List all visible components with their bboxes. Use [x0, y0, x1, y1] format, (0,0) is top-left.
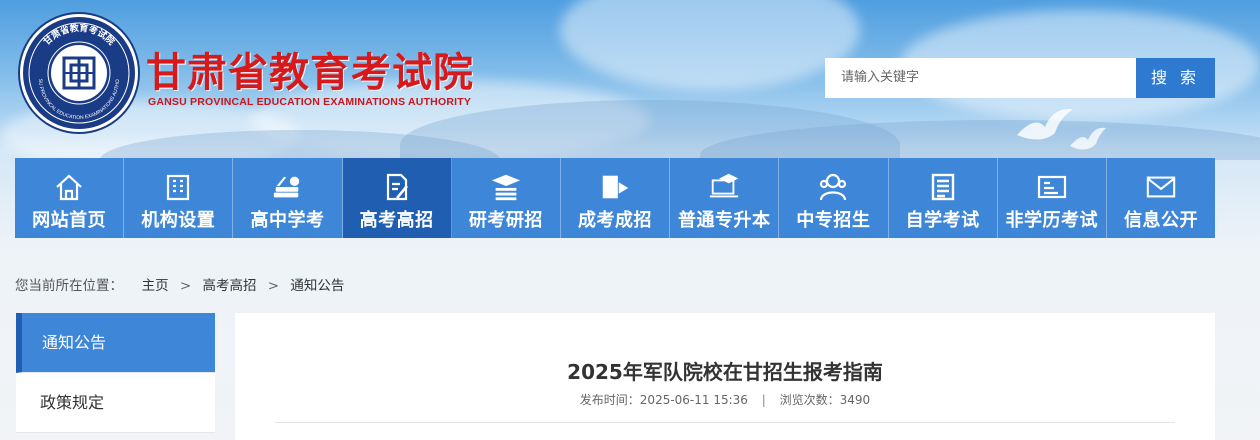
- sidebar: 通知公告 政策规定: [16, 313, 215, 433]
- breadcrumb-section-link[interactable]: 高考高招: [203, 278, 257, 294]
- main-nav: 网站首页 机构设置 高中学考 高考高招 研考研招 成考成招 普通专升本 中专招生 自学考试 非学历…: [15, 158, 1215, 238]
- envelope-icon: [1145, 172, 1177, 202]
- nav-item-label: 研考研招: [468, 210, 543, 231]
- seal-emblem-icon: [51, 45, 107, 101]
- breadcrumb-prefix: 您当前所在位置：: [15, 278, 123, 294]
- nav-item-label: 高中学考: [250, 210, 325, 231]
- graduation-cap-icon: [490, 172, 522, 202]
- logo-seal[interactable]: 甘肃省教育考试院 GANSU PROVINCAL EDUCATION EXAMI…: [20, 14, 138, 132]
- title-divider: [275, 422, 1175, 423]
- nav-item-label: 自学考试: [905, 210, 980, 231]
- meta-divider: |: [761, 393, 766, 407]
- nav-item-graduation-cap[interactable]: 研考研招: [452, 158, 561, 238]
- nav-item-label: 非学历考试: [1005, 210, 1099, 231]
- article-title: 2025年军队院校在甘招生报考指南: [567, 360, 883, 384]
- breadcrumb-separator: >: [179, 278, 192, 294]
- id-card-icon: [1036, 172, 1068, 202]
- home-icon: [53, 172, 85, 202]
- site-title[interactable]: 甘肃省教育考试院: [146, 40, 474, 98]
- nav-item-label: 信息公开: [1123, 210, 1198, 231]
- nav-item-users[interactable]: 中专招生: [779, 158, 889, 238]
- breadcrumb-current-link[interactable]: 通知公告: [290, 278, 344, 294]
- breadcrumb-separator: >: [267, 278, 280, 294]
- site-header: 甘肃省教育考试院 GANSU PROVINCAL EDUCATION EXAMI…: [0, 0, 1260, 158]
- seal-ring-text-top: 甘肃省教育考试院: [41, 22, 117, 48]
- nav-item-building[interactable]: 机构设置: [124, 158, 234, 238]
- article-panel: 2025年军队院校在甘招生报考指南 发布时间：2025-06-11 15:36 …: [235, 313, 1215, 440]
- views-count: 3490: [839, 393, 871, 407]
- dove-icon: [1015, 105, 1075, 154]
- publish-label: 发布时间：: [579, 393, 640, 407]
- nav-item-label: 网站首页: [32, 210, 107, 231]
- building-icon: [162, 172, 194, 202]
- search-input[interactable]: 请输入关键字: [825, 58, 1136, 98]
- nav-item-label: 普通专升本: [677, 210, 771, 231]
- article-meta: 发布时间：2025-06-11 15:36 | 浏览次数：3490: [235, 391, 1215, 408]
- nav-item-label: 成考成招: [578, 210, 653, 231]
- nav-item-laptop-cap[interactable]: 普通专升本: [670, 158, 780, 238]
- books-apple-icon: [271, 172, 303, 202]
- site-subtitle: GANSU PROVINCAL EDUCATION EXAMINATIONS A…: [148, 96, 472, 108]
- breadcrumb: 您当前所在位置： 主页 > 高考高招 > 通知公告: [15, 274, 344, 294]
- breadcrumb-home-link[interactable]: 主页: [142, 278, 169, 294]
- search-button[interactable]: 搜 索: [1136, 58, 1215, 98]
- publish-time: 2025-06-11 15:36: [639, 393, 748, 407]
- book-arrow-icon: [599, 172, 631, 202]
- list-doc-icon: [927, 172, 959, 202]
- nav-item-book-arrow[interactable]: 成考成招: [561, 158, 671, 238]
- dove-icon: [1068, 122, 1108, 163]
- document-pen-icon: [381, 172, 413, 202]
- svg-text:甘肃省教育考试院: 甘肃省教育考试院: [41, 22, 117, 48]
- nav-item-books-apple[interactable]: 高中学考: [233, 158, 343, 238]
- nav-item-document-pen[interactable]: 高考高招: [342, 158, 452, 238]
- nav-item-label: 机构设置: [141, 210, 216, 231]
- sidebar-item-notices[interactable]: 通知公告: [16, 313, 215, 373]
- sidebar-item-policies[interactable]: 政策规定: [16, 373, 215, 433]
- nav-item-list-doc[interactable]: 自学考试: [889, 158, 998, 238]
- nav-item-envelope[interactable]: 信息公开: [1107, 158, 1215, 238]
- users-icon: [817, 172, 849, 202]
- views-label: 浏览次数：: [779, 393, 840, 407]
- nav-item-id-card[interactable]: 非学历考试: [998, 158, 1107, 238]
- nav-item-home[interactable]: 网站首页: [15, 158, 125, 238]
- laptop-cap-icon: [708, 172, 740, 202]
- nav-item-label: 高考高招: [359, 210, 434, 231]
- nav-item-label: 中专招生: [796, 210, 871, 231]
